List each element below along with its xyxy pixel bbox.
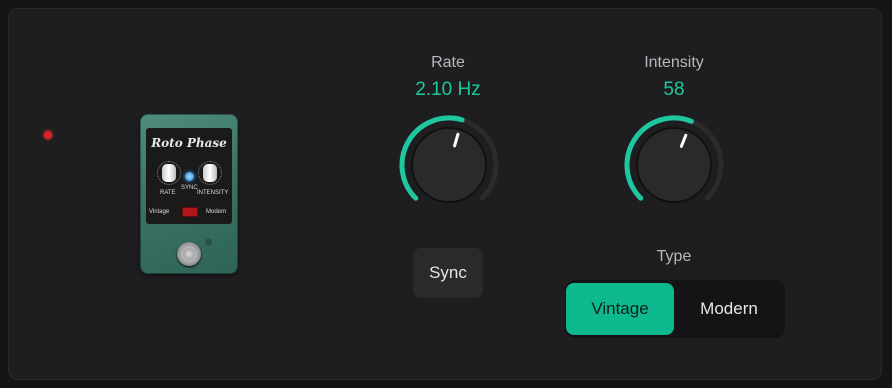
rate-knob-body xyxy=(411,127,487,203)
pedal-modern-label: Modern xyxy=(206,209,227,215)
type-segmented-control: Vintage Modern xyxy=(565,280,785,338)
type-label: Type xyxy=(656,248,692,265)
rate-label: Rate xyxy=(431,54,465,71)
pedal-sync-label: SYNC xyxy=(181,185,198,191)
pedal-intensity-label: INTENSITY xyxy=(197,190,229,196)
pedal-face: Roto Phase SYNC RATE INTENSITY Vintage M… xyxy=(146,128,232,224)
pedal-sync-led-icon xyxy=(185,172,194,181)
pedal-title: Roto Phase xyxy=(151,136,227,150)
pedal-footswitch-icon xyxy=(177,242,201,266)
type-vintage-button[interactable]: Vintage xyxy=(566,283,674,335)
pedal-vintage-label: Vintage xyxy=(149,209,170,215)
roto-phase-pedal-image: Roto Phase SYNC RATE INTENSITY Vintage M… xyxy=(140,114,238,274)
pedal-type-switch-icon xyxy=(182,207,198,217)
pedal-intensity-knob-icon xyxy=(203,164,217,182)
sync-button[interactable]: Sync xyxy=(413,248,483,298)
intensity-label: Intensity xyxy=(644,54,704,71)
intensity-knob-body xyxy=(636,127,712,203)
rate-knob[interactable] xyxy=(398,114,500,216)
intensity-value[interactable]: 58 xyxy=(624,79,724,101)
pedal-rate-knob-icon xyxy=(162,164,176,182)
pedal-power-led-icon xyxy=(44,131,52,139)
type-modern-button[interactable]: Modern xyxy=(675,283,783,335)
intensity-knob[interactable] xyxy=(623,114,725,216)
rate-value[interactable]: 2.10 Hz xyxy=(388,79,508,101)
pedal-rate-label: RATE xyxy=(160,190,176,196)
